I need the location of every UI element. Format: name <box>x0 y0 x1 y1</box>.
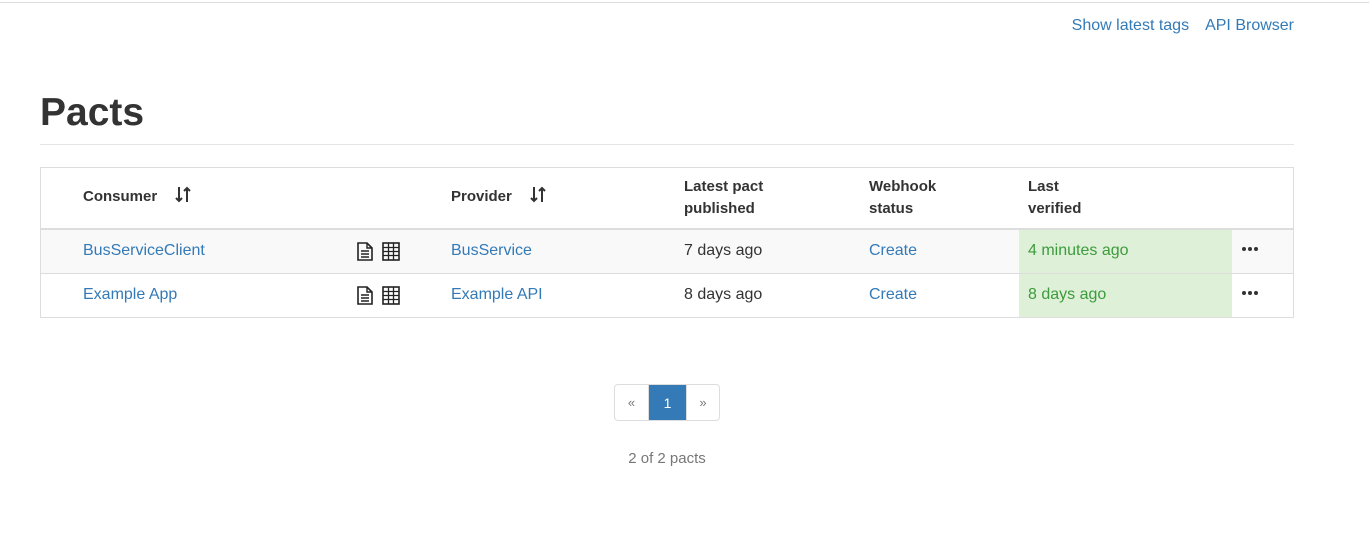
provider-cell: BusService <box>451 229 684 273</box>
consumer-link[interactable]: BusServiceClient <box>83 242 205 259</box>
verified-column-header: Last verified <box>1019 168 1232 230</box>
pacts-table: Consumer Provider Latest pact published … <box>41 168 1293 317</box>
consumer-link[interactable]: Example App <box>83 286 177 303</box>
table-row: BusServiceClient BusService 7 days ago C… <box>41 229 1293 273</box>
next-page-button[interactable]: » <box>686 385 719 420</box>
previous-page-button[interactable]: « <box>615 385 649 420</box>
menu-column-header <box>1232 168 1293 230</box>
top-border <box>0 2 1369 3</box>
title-divider <box>40 144 1294 145</box>
matrix-icon[interactable] <box>382 285 400 305</box>
consumer-column-header[interactable]: Consumer <box>41 168 349 230</box>
api-browser-link[interactable]: API Browser <box>1205 16 1294 36</box>
webhook-cell: Create <box>869 229 1019 273</box>
matrix-icon[interactable] <box>382 241 400 261</box>
webhook-header-line1: Webhook <box>869 178 937 195</box>
pacts-table-container: Consumer Provider Latest pact published … <box>40 167 1294 318</box>
published-cell: 8 days ago <box>684 272 869 317</box>
verified-cell: 4 minutes ago <box>1019 229 1232 273</box>
webhook-column-header: Webhook status <box>869 168 1019 230</box>
actions-cell <box>349 272 451 317</box>
provider-column-header[interactable]: Provider <box>451 168 684 230</box>
consumer-cell: BusServiceClient <box>41 229 349 273</box>
published-header-line2: published <box>684 200 755 217</box>
page-1-button[interactable]: 1 <box>649 385 686 420</box>
verified-header-line1: Last <box>1028 178 1059 195</box>
more-options-icon[interactable] <box>1232 291 1293 296</box>
provider-header-label: Provider <box>451 188 512 205</box>
document-icon[interactable] <box>356 285 374 305</box>
webhook-header-line2: status <box>869 200 914 217</box>
consumer-cell: Example App <box>41 272 349 317</box>
pagination: « 1 » <box>614 384 720 421</box>
provider-link[interactable]: BusService <box>451 242 532 259</box>
verified-header-line2: verified <box>1028 200 1082 217</box>
menu-cell <box>1232 229 1293 273</box>
more-options-icon[interactable] <box>1232 247 1293 252</box>
verified-cell: 8 days ago <box>1019 272 1232 317</box>
create-webhook-link[interactable]: Create <box>869 242 917 259</box>
header-nav: Show latest tags API Browser <box>1072 16 1294 36</box>
pact-count-summary: 2 of 2 pacts <box>628 450 706 467</box>
page-title: Pacts <box>40 91 145 134</box>
actions-cell <box>349 229 451 273</box>
create-webhook-link[interactable]: Create <box>869 286 917 303</box>
table-row: Example App Example API 8 days ago Creat… <box>41 272 1293 317</box>
consumer-header-label: Consumer <box>83 188 158 205</box>
sort-icon[interactable] <box>530 186 546 210</box>
published-column-header: Latest pact published <box>684 168 869 230</box>
table-header-row: Consumer Provider Latest pact published … <box>41 168 1293 230</box>
sort-icon[interactable] <box>175 186 192 210</box>
provider-link[interactable]: Example API <box>451 286 543 303</box>
document-icon[interactable] <box>356 241 374 261</box>
icons-column-header <box>349 168 451 230</box>
show-latest-tags-link[interactable]: Show latest tags <box>1072 16 1189 36</box>
published-header-line1: Latest pact <box>684 178 764 195</box>
published-cell: 7 days ago <box>684 229 869 273</box>
menu-cell <box>1232 272 1293 317</box>
provider-cell: Example API <box>451 272 684 317</box>
webhook-cell: Create <box>869 272 1019 317</box>
